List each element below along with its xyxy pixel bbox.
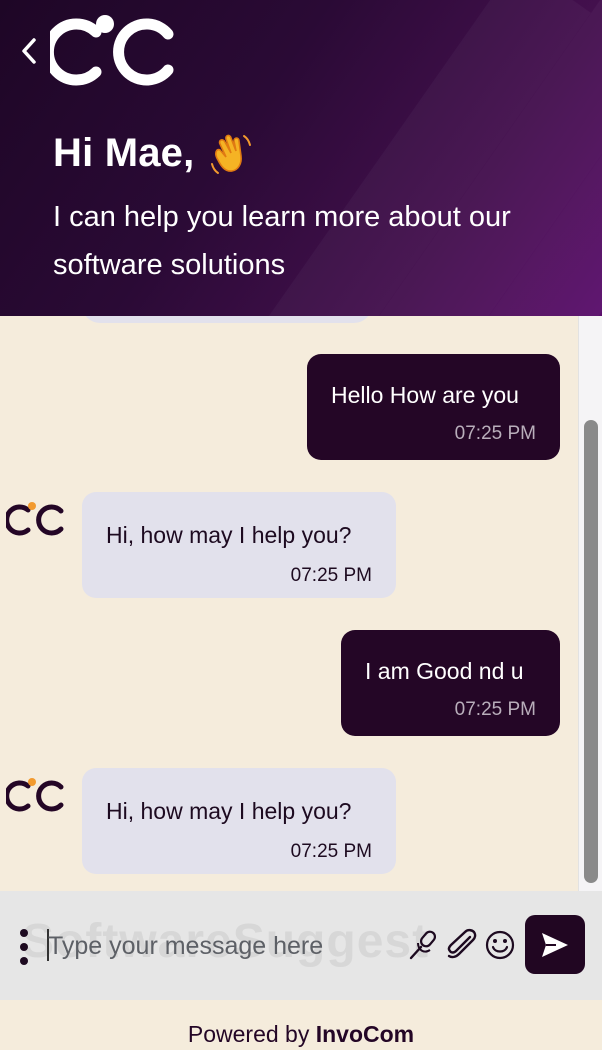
- powered-by-brand[interactable]: InvoCom: [316, 1021, 414, 1047]
- emoji-icon[interactable]: [483, 928, 517, 962]
- message-list[interactable]: Hello How are you 07:25 PM Hi, how may I…: [0, 316, 602, 891]
- bot-message: Hi, how may I help you? 07:25 PM: [82, 768, 396, 874]
- bot-avatar-logo: [6, 778, 64, 812]
- back-button[interactable]: [14, 34, 44, 68]
- scrollbar-thumb[interactable]: [584, 420, 598, 883]
- message-time: 07:25 PM: [290, 565, 372, 586]
- powered-by-prefix: Powered by: [187, 1021, 316, 1047]
- greeting-text: Hi Mae,: [53, 130, 195, 175]
- message-input[interactable]: [48, 924, 398, 968]
- oc-logo: [50, 15, 174, 86]
- user-message: Hello How are you 07:25 PM: [307, 354, 560, 460]
- user-message: I am Good nd u 07:25 PM: [341, 630, 560, 736]
- bot-avatar-logo: [6, 502, 64, 536]
- message-time: 07:25 PM: [290, 841, 372, 862]
- powered-by: Powered by InvoCom: [0, 1000, 602, 1050]
- chevron-left-icon: [22, 38, 36, 64]
- header-subtitle: I can help you learn more about our soft…: [53, 201, 511, 281]
- paperclip-icon[interactable]: [444, 928, 478, 962]
- message-time: 07:25 PM: [454, 423, 536, 444]
- message-text: I am Good nd u: [365, 658, 524, 684]
- send-icon: [542, 932, 568, 957]
- send-button[interactable]: [525, 915, 585, 974]
- more-options-icon[interactable]: [16, 928, 32, 966]
- message-text: Hello How are you: [331, 382, 519, 408]
- waving-hand-icon: [211, 134, 252, 174]
- message-time: 07:25 PM: [454, 699, 536, 720]
- message-text: Hi, how may I help you?: [106, 798, 352, 824]
- microphone-icon[interactable]: [406, 928, 440, 962]
- bot-message: Hi, how may I help you? 07:25 PM: [82, 492, 396, 598]
- greeting: Hi Mae,: [53, 130, 254, 176]
- chat-header: Hi Mae, I can help you learn more about …: [0, 0, 602, 316]
- previous-message-bubble: [82, 316, 372, 323]
- message-text: Hi, how may I help you?: [106, 522, 352, 548]
